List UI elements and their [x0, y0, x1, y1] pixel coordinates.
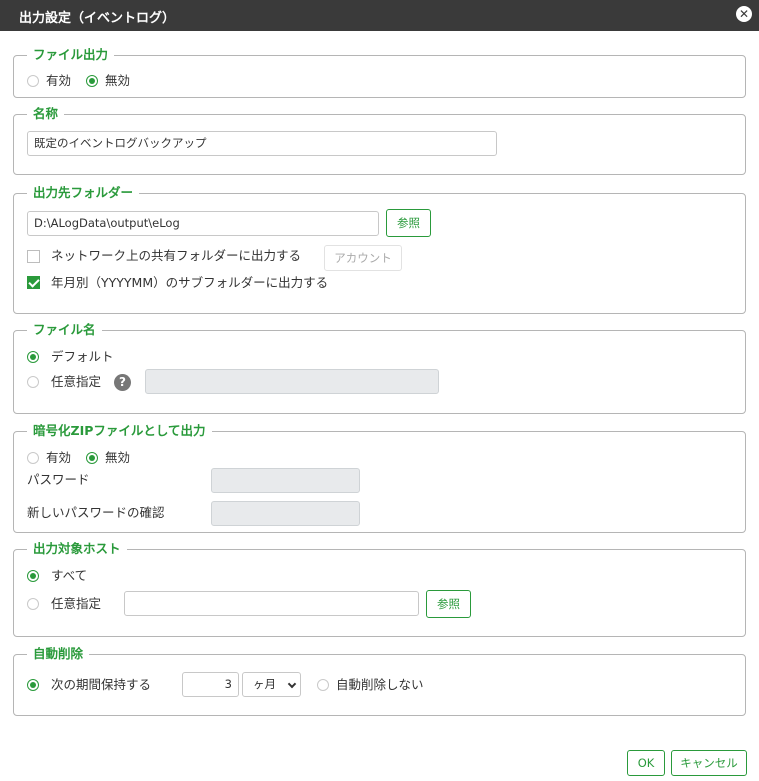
cancel-button[interactable]: キャンセル	[671, 750, 747, 776]
help-icon[interactable]: ?	[114, 374, 131, 391]
dialog-titlebar: 出力設定（イベントログ） ✕	[0, 0, 759, 31]
file-name-default-label: デフォルト	[51, 349, 114, 364]
zip-confirm-input[interactable]	[211, 501, 360, 526]
target-host-browse-button[interactable]: 参照	[426, 590, 471, 618]
output-folder-path-input[interactable]: D:\ALogData\output\eLog	[27, 211, 379, 236]
output-folder-group: 出力先フォルダー D:\ALogData\output\eLog 参照 ネットワ…	[13, 184, 746, 314]
retention-unit-value: ヶ月	[253, 677, 276, 691]
file-output-enabled-label: 有効	[46, 73, 72, 88]
auto-delete-keep-label: 次の期間保持する	[51, 677, 152, 692]
auto-delete-keep-radio[interactable]	[27, 679, 39, 691]
target-host-all-radio[interactable]	[27, 570, 39, 582]
name-group: 名称 既定のイベントログバックアップ	[13, 105, 746, 175]
file-output-disabled-radio[interactable]	[86, 75, 98, 87]
subfolder-label: 年月別（YYYYMM）のサブフォルダーに出力する	[51, 275, 329, 290]
file-name-custom-input[interactable]	[145, 369, 439, 394]
target-host-custom-radio[interactable]	[27, 598, 39, 610]
network-share-label: ネットワーク上の共有フォルダーに出力する	[51, 248, 302, 263]
zip-disabled-label: 無効	[105, 450, 131, 465]
file-name-default-radio[interactable]	[27, 351, 39, 363]
zip-legend: 暗号化ZIPファイルとして出力	[27, 422, 212, 440]
auto-delete-none-radio[interactable]	[317, 679, 329, 691]
name-input[interactable]: 既定のイベントログバックアップ	[27, 131, 497, 156]
account-button[interactable]: アカウント	[324, 245, 402, 271]
file-name-group: ファイル名 デフォルト 任意指定 ?	[13, 321, 746, 414]
file-output-enabled-radio[interactable]	[27, 75, 39, 87]
target-host-custom-input[interactable]	[124, 591, 419, 616]
target-host-all-label: すべて	[51, 568, 88, 583]
retention-period-input[interactable]: 3	[182, 672, 239, 697]
file-output-legend: ファイル出力	[27, 46, 115, 64]
subfolder-checkbox[interactable]	[27, 276, 40, 289]
target-host-legend: 出力対象ホスト	[27, 540, 127, 558]
zip-enabled-label: 有効	[46, 450, 72, 465]
target-host-group: 出力対象ホスト すべて 任意指定 参照	[13, 540, 746, 637]
zip-confirm-label: 新しいパスワードの確認	[27, 505, 165, 520]
file-name-custom-radio[interactable]	[27, 376, 39, 388]
auto-delete-legend: 自動削除	[27, 645, 90, 663]
auto-delete-none-label: 自動削除しない	[336, 677, 424, 692]
file-name-legend: ファイル名	[27, 321, 102, 339]
file-name-custom-label: 任意指定	[51, 374, 102, 389]
close-icon[interactable]: ✕	[736, 6, 752, 22]
zip-disabled-radio[interactable]	[86, 452, 98, 464]
name-legend: 名称	[27, 105, 65, 123]
file-output-disabled-label: 無効	[105, 73, 131, 88]
auto-delete-group: 自動削除 次の期間保持する 3 ヶ月 自動削除しない	[13, 645, 746, 716]
zip-group: 暗号化ZIPファイルとして出力 有効 無効 パスワード 新しいパスワードの確認	[13, 422, 746, 533]
file-output-group: ファイル出力 有効 無効	[13, 46, 746, 98]
target-host-custom-label: 任意指定	[51, 596, 102, 611]
output-folder-browse-button[interactable]: 参照	[386, 209, 431, 237]
zip-enabled-radio[interactable]	[27, 452, 39, 464]
dialog-title: 出力設定（イベントログ）	[19, 11, 176, 26]
retention-unit-select[interactable]: ヶ月	[242, 672, 301, 697]
network-share-checkbox[interactable]	[27, 250, 40, 263]
ok-button[interactable]: OK	[627, 750, 665, 776]
zip-password-label: パスワード	[27, 472, 90, 487]
zip-password-input[interactable]	[211, 468, 360, 493]
chevron-down-icon	[287, 679, 297, 689]
output-folder-legend: 出力先フォルダー	[27, 184, 140, 202]
